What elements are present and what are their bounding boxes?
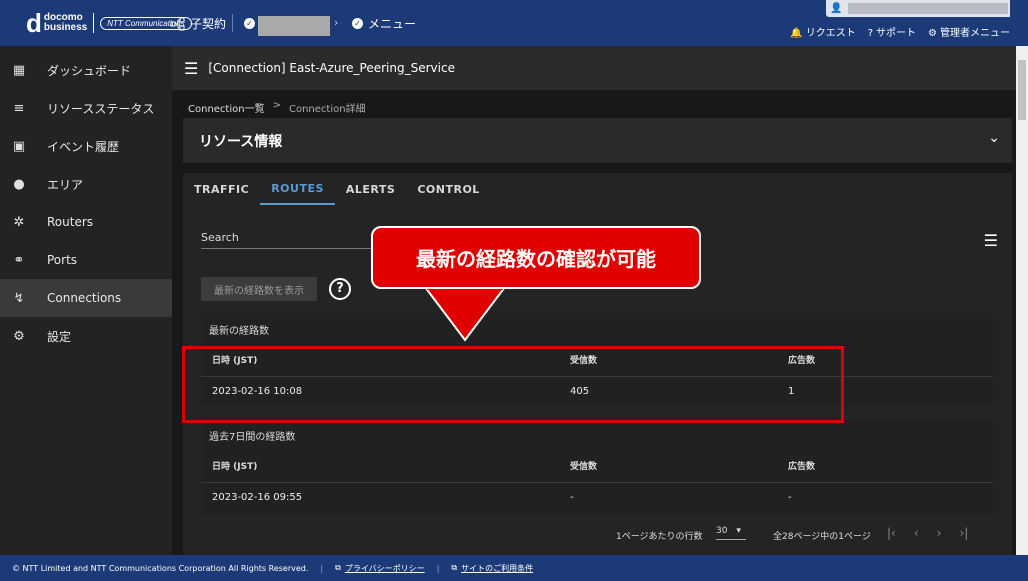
past-routes-label: 過去7日間の経路数 xyxy=(209,432,296,443)
redacted-contract-name[interactable] xyxy=(258,16,330,36)
menu-label: メニュー xyxy=(368,17,417,31)
admin-menu-link[interactable]: ⚙ 管理者メニュー xyxy=(928,24,1010,39)
latest-routes-label: 最新の経路数 xyxy=(209,326,269,337)
support-link[interactable]: ? サポート xyxy=(868,24,916,39)
prev-page-icon[interactable]: ‹ xyxy=(914,526,919,540)
page-nav: |‹ ‹ › ›| xyxy=(887,526,968,540)
globe-icon: ● xyxy=(13,176,25,192)
annotation-callout: 最新の経路数の確認が可能 xyxy=(371,226,701,289)
tab-traffic[interactable]: TRAFFIC xyxy=(183,173,260,205)
breadcrumb-connection-list[interactable]: Connection一覧 xyxy=(188,100,265,115)
sidebar-item-settings[interactable]: ⚙ 設定 xyxy=(0,317,172,355)
port-icon: ⚭ xyxy=(13,252,25,268)
docomo-d-mark: d xyxy=(26,8,42,38)
next-page-icon[interactable]: › xyxy=(937,526,942,540)
page-info: 全28ページ中の1ページ xyxy=(773,532,871,542)
cell-datetime: 2023-02-16 09:55 xyxy=(212,492,303,503)
chevron-right-icon: › xyxy=(334,16,339,29)
main-content: ☰ [Connection] East-Azure_Peering_Servic… xyxy=(172,46,1028,555)
footer-divider: | xyxy=(436,563,440,573)
footer-divider: | xyxy=(320,563,324,573)
help-icon[interactable]: ? xyxy=(329,278,351,300)
gear-icon: ⚙ xyxy=(928,28,937,39)
table-row: 2023-02-16 09:55 - - xyxy=(201,482,993,514)
rows-per-page-label: 1ページあたりの行数 xyxy=(616,532,703,542)
breadcrumb-connection-detail: Connection詳細 xyxy=(288,104,366,115)
top-links: 🔔 リクエスト ? サポート ⚙ 管理者メニュー xyxy=(790,24,1010,39)
privacy-policy-link[interactable]: プライバシーポリシー xyxy=(345,563,425,574)
callout-tail xyxy=(425,287,505,342)
calendar-icon: ▣ xyxy=(12,138,26,154)
top-bar: d docomo business NTT Communications 子契約… xyxy=(0,0,1028,46)
request-link[interactable]: 🔔 リクエスト xyxy=(790,24,855,39)
chevron-down-icon[interactable]: ⌄ xyxy=(988,130,1000,146)
col-datetime: 日時 (JST) xyxy=(212,462,258,472)
search-input[interactable]: Search xyxy=(201,231,381,249)
cell-received: - xyxy=(570,492,574,503)
past-table-header: 日時 (JST) 受信数 広告数 xyxy=(201,452,993,482)
terms-of-use-link[interactable]: サイトのご利用条件 xyxy=(461,563,533,574)
tab-bar: TRAFFIC ROUTES ALERTS CONTROL xyxy=(183,173,491,205)
hierarchy-icon xyxy=(170,17,185,30)
sidebar-item-routers[interactable]: ✲ Routers xyxy=(0,203,172,241)
sidebar-item-resource-status[interactable]: ≡ リソースステータス xyxy=(0,89,172,127)
router-icon: ✲ xyxy=(13,214,25,230)
col-received: 受信数 xyxy=(570,462,598,472)
scrollbar-thumb[interactable] xyxy=(1018,60,1026,120)
resource-info-card[interactable]: リソース情報 ⌄ xyxy=(183,118,1012,163)
sidebar-item-ports[interactable]: ⚭ Ports xyxy=(0,241,172,279)
caret-down-icon: ▾ xyxy=(736,526,741,536)
contract-label: 子契約 xyxy=(190,17,227,31)
show-latest-routes-button[interactable]: 最新の経路数を表示 xyxy=(201,277,317,301)
help-circle-icon: ? xyxy=(867,28,874,39)
external-link-icon: ⧉ xyxy=(451,563,458,572)
cell-advertised: - xyxy=(788,492,792,503)
bell-icon: 🔔 xyxy=(790,28,803,39)
breadcrumb-separator: > xyxy=(272,100,281,111)
external-link-icon: ⧉ xyxy=(335,563,341,572)
user-account[interactable]: 👤 xyxy=(826,0,1010,17)
logo-business: business xyxy=(43,22,88,33)
main-header: ☰ [Connection] East-Azure_Peering_Servic… xyxy=(172,46,1028,90)
connection-icon: ↯ xyxy=(13,290,25,306)
sidebar: ▦ ダッシュボード ≡ リソースステータス ▣ イベント履歴 ● エリア ✲ R… xyxy=(0,46,172,555)
contract-selector[interactable]: 子契約 xyxy=(170,15,226,32)
tab-control[interactable]: CONTROL xyxy=(406,173,490,205)
last-page-icon[interactable]: ›| xyxy=(959,526,968,540)
sidebar-item-dashboard[interactable]: ▦ ダッシュボード xyxy=(0,51,172,89)
check-circle-icon: ✓ xyxy=(352,18,363,29)
logo-divider xyxy=(93,13,95,33)
tab-alerts[interactable]: ALERTS xyxy=(335,173,406,205)
check-circle-icon: ✓ xyxy=(244,18,255,29)
column-menu-icon[interactable]: ☰ xyxy=(984,231,998,250)
sidebar-item-area[interactable]: ● エリア xyxy=(0,165,172,203)
gear-icon: ⚙ xyxy=(13,328,25,344)
sidebar-item-event-history[interactable]: ▣ イベント履歴 xyxy=(0,127,172,165)
hamburger-icon[interactable]: ☰ xyxy=(184,59,198,78)
sidebar-item-connections[interactable]: ↯ Connections xyxy=(0,279,172,317)
grid-icon: ▦ xyxy=(12,62,26,78)
menu-link[interactable]: ✓ メニュー xyxy=(352,15,416,32)
col-advertised: 広告数 xyxy=(788,462,816,472)
breadcrumb: Connection一覧 > Connection詳細 xyxy=(188,100,366,115)
footer: © NTT Limited and NTT Communications Cor… xyxy=(0,555,1028,581)
page-title: [Connection] East-Azure_Peering_Service xyxy=(208,61,455,75)
past-routes-section: 過去7日間の経路数 日時 (JST) 受信数 広告数 2023-02-16 09… xyxy=(201,419,993,515)
brand-logo[interactable]: d docomo business NTT Communications xyxy=(26,8,192,38)
highlight-box xyxy=(182,346,844,423)
user-icon: 👤 xyxy=(830,3,843,14)
rows-per-page-select[interactable]: 30 ▾ xyxy=(716,526,746,540)
pagination: 1ページあたりの行数 30 ▾ 全28ページ中の1ページ |‹ ‹ › ›| xyxy=(183,522,1012,546)
page-scrollbar[interactable] xyxy=(1016,46,1028,555)
redacted-user-name xyxy=(848,3,1009,14)
first-page-icon[interactable]: |‹ xyxy=(887,526,896,540)
copyright-text: © NTT Limited and NTT Communications Cor… xyxy=(12,563,309,573)
status-icon: ≡ xyxy=(13,100,25,116)
tab-routes[interactable]: ROUTES xyxy=(260,173,335,205)
resource-info-title: リソース情報 xyxy=(199,133,283,150)
top-divider xyxy=(232,14,233,32)
